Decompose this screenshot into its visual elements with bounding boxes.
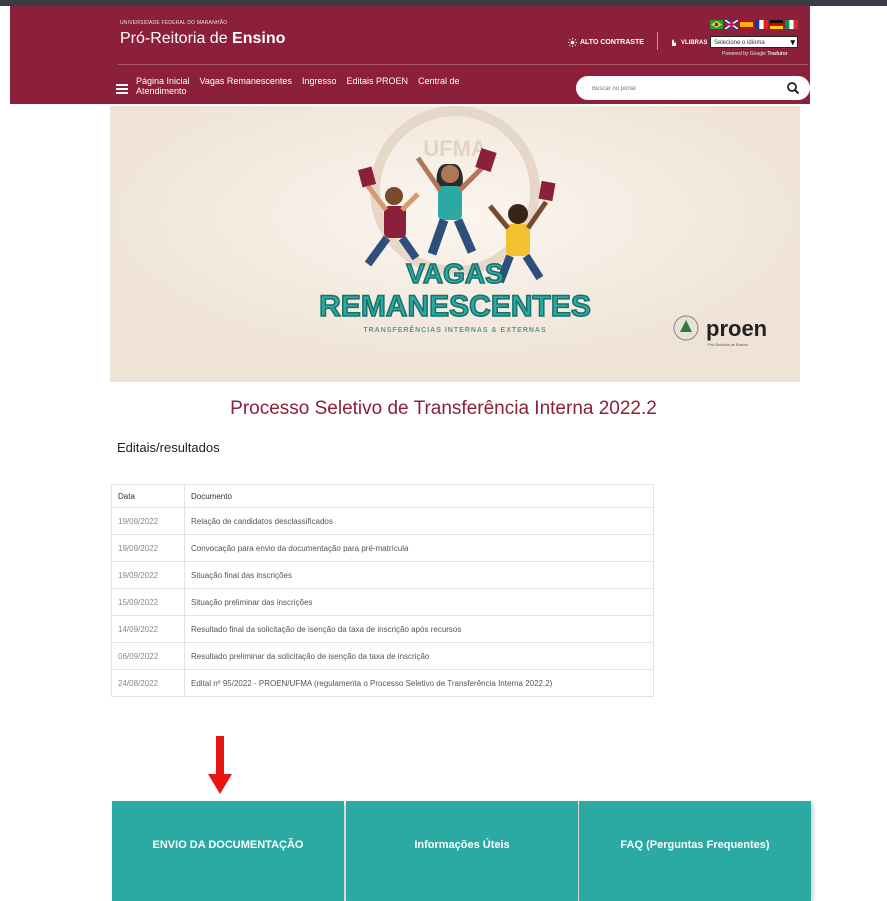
site-header: UNIVERSIDADE FEDERAL DO MARANHÃO Pró-Rei… <box>10 6 810 104</box>
row-date: 19/09/2022 <box>111 534 185 562</box>
powered-by-brand: Tradutor <box>767 51 788 57</box>
row-date: 14/09/2022 <box>111 615 185 643</box>
brand-bold: Ensino <box>232 30 286 47</box>
table-header-row: Data Documento <box>111 484 654 508</box>
nav-item-vagas-remanescentes[interactable]: Vagas Remanescentes <box>200 76 292 96</box>
vlibras-label: VLIBRAS <box>681 39 708 46</box>
search-icon[interactable] <box>786 81 800 95</box>
header-separator <box>118 64 808 65</box>
row-document-link[interactable]: Situação preliminar das inscrições <box>184 588 654 616</box>
contrast-icon <box>568 38 577 47</box>
section-heading: Editais/resultados <box>117 440 220 455</box>
envio-documentacao-button[interactable]: ENVIO DA DOCUMENTAÇÃO <box>112 801 344 901</box>
nav-item-editais-proen[interactable]: Editais PROEN <box>346 76 408 96</box>
table-row: 15/09/2022 Situação preliminar das inscr… <box>111 588 654 616</box>
banner-title-line2: REMANESCENTES <box>319 290 591 323</box>
flag-germany-icon[interactable] <box>770 20 783 29</box>
nav-item-central[interactable]: Central de <box>418 76 460 96</box>
language-flags <box>710 20 798 29</box>
row-date: 19/09/2022 <box>111 507 185 535</box>
table-row: 19/09/2022 Convocação para envio da docu… <box>111 534 654 562</box>
row-document-link[interactable]: Resultado preliminar da solicitação de i… <box>184 642 654 670</box>
banner-subtitle: TRANSFERÊNCIAS INTERNAS & EXTERNAS <box>363 325 546 334</box>
row-date: 19/09/2022 <box>111 561 185 589</box>
flag-france-icon[interactable] <box>755 20 768 29</box>
table-row: 19/09/2022 Relação de candidatos desclas… <box>111 507 654 535</box>
row-date: 06/09/2022 <box>111 642 185 670</box>
row-date: 15/09/2022 <box>111 588 185 616</box>
table-row: 14/09/2022 Resultado final da solicitaçã… <box>111 615 654 643</box>
row-document-link[interactable]: Relação de candidatos desclassificados <box>184 507 654 535</box>
proen-logo-text: proen <box>706 316 767 341</box>
row-document-link[interactable]: Edital nº 95/2022 - PROEN/UFMA (regulame… <box>184 669 654 697</box>
faq-button[interactable]: FAQ (Perguntas Frequentes) <box>579 801 811 901</box>
table-row: 24/08/2022 Edital nº 95/2022 - PROEN/UFM… <box>111 669 654 697</box>
table-row: 19/09/2022 Situação final das inscrições <box>111 561 654 589</box>
page-title: Processo Seletivo de Transferência Inter… <box>230 398 657 419</box>
flag-brazil-icon[interactable] <box>710 20 723 29</box>
header-divider <box>657 32 658 50</box>
contrast-label: ALTO CONTRASTE <box>580 39 644 46</box>
row-document-link[interactable]: Resultado final da solicitação de isençã… <box>184 615 654 643</box>
editais-table: Data Documento 19/09/2022 Relação de can… <box>111 484 654 697</box>
flag-italy-icon[interactable] <box>785 20 798 29</box>
brand-light: Pró-Reitoria de <box>120 30 233 47</box>
column-header-document: Documento <box>184 484 654 508</box>
informacoes-uteis-button[interactable]: Informações Úteis <box>346 801 578 901</box>
site-brand[interactable]: Pró-Reitoria de Ensino <box>120 30 285 48</box>
row-document-link[interactable]: Situação final das inscrições <box>184 561 654 589</box>
banner-illustration: UFMA VAGAS REMANESCENTES TRANSFERÊNCIAS … <box>110 106 800 382</box>
hamburger-menu-icon[interactable] <box>116 84 128 94</box>
row-date: 24/08/2022 <box>111 669 185 697</box>
search-box <box>576 76 810 100</box>
row-document-link[interactable]: Convocação para envio da documentação pa… <box>184 534 654 562</box>
powered-by-prefix: Powered by Google <box>722 51 768 57</box>
language-select-value: Selecione o idioma <box>714 40 765 46</box>
powered-by-google: Powered by Google Tradutor <box>722 51 788 57</box>
vlibras-button[interactable]: VLIBRAS <box>670 38 707 47</box>
sign-language-icon <box>672 39 676 46</box>
red-down-arrow-icon <box>208 736 232 794</box>
table-row: 06/09/2022 Resultado preliminar da solic… <box>111 642 654 670</box>
flag-uk-icon[interactable] <box>725 20 738 29</box>
column-header-date: Data <box>111 484 185 508</box>
search-input[interactable] <box>590 82 774 96</box>
banner-title-line1: VAGAS <box>406 258 504 289</box>
vagas-remanescentes-banner[interactable]: UFMA VAGAS REMANESCENTES TRANSFERÊNCIAS … <box>110 106 800 382</box>
language-select[interactable]: Selecione o idioma ▾ <box>710 36 798 48</box>
proen-logo-caption: Pró-Reitoria de Ensino <box>708 342 749 347</box>
banner-watermark: UFMA <box>423 136 487 161</box>
flag-spain-icon[interactable] <box>740 20 753 29</box>
nav-item-home[interactable]: Página Inicial Atendimento <box>136 76 190 96</box>
main-nav: Página Inicial Atendimento Vagas Remanes… <box>136 76 460 96</box>
high-contrast-toggle[interactable]: ALTO CONTRASTE <box>568 38 644 47</box>
chevron-down-icon: ▾ <box>790 37 795 47</box>
university-name: UNIVERSIDADE FEDERAL DO MARANHÃO <box>120 20 228 26</box>
nav-item-ingresso[interactable]: Ingresso <box>302 76 337 96</box>
